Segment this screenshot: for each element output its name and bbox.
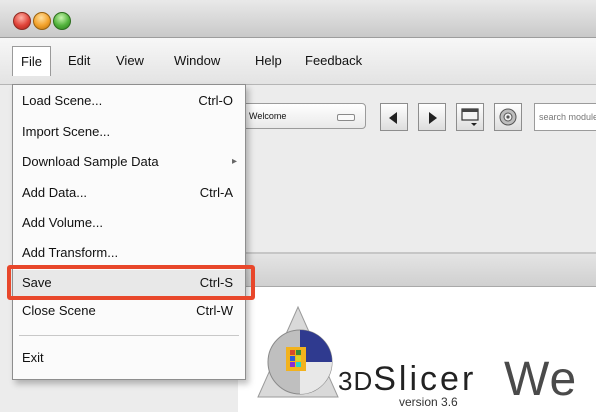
menu-file[interactable]: File [12, 46, 51, 76]
select-handle-icon [337, 114, 355, 121]
menu-item-label: Download Sample Data [22, 154, 159, 169]
module-panel-header [238, 254, 596, 287]
back-button[interactable] [380, 103, 408, 131]
menu-item-shortcut: Ctrl-O [198, 93, 233, 108]
menu-item-add-transform[interactable]: Add Transform... [13, 240, 245, 266]
menu-feedback[interactable]: Feedback [305, 38, 362, 84]
version-label: version 3.6 [399, 395, 458, 409]
menu-item-download-sample-data[interactable]: Download Sample Data ▸ [13, 149, 245, 175]
menu-edit[interactable]: Edit [68, 38, 90, 84]
menu-bar: File Edit View Window Help Feedback [0, 38, 596, 85]
module-settings-button[interactable] [494, 103, 522, 131]
menu-separator [19, 335, 239, 336]
module-select-value: Welcome [249, 111, 287, 121]
menu-item-label: Add Volume... [22, 215, 103, 230]
module-search-input[interactable]: search module [534, 103, 596, 131]
menu-item-label: Load Scene... [22, 93, 103, 108]
menu-item-label: Add Data... [22, 185, 88, 200]
history-menu-icon [461, 108, 479, 126]
menu-item-exit[interactable]: Exit [13, 345, 245, 371]
right-arrow-icon [429, 112, 437, 124]
save-highlight-callout [7, 265, 255, 300]
minimize-window-button[interactable] [33, 12, 51, 30]
file-menu-dropdown: Load Scene... Ctrl-O Import Scene... Dow… [12, 84, 246, 380]
brand-name: Slicer [373, 360, 477, 398]
brand-prefix: 3D [338, 366, 374, 396]
menu-item-label: Import Scene... [22, 124, 111, 139]
menu-view[interactable]: View [116, 38, 144, 84]
welcome-heading: We [504, 353, 578, 406]
brand-wordmark: 3DSlicer [338, 360, 476, 399]
menu-item-label: Exit [22, 350, 44, 365]
menu-item-load-scene[interactable]: Load Scene... Ctrl-O [13, 88, 245, 114]
menu-item-shortcut: Ctrl-A [199, 185, 233, 200]
menu-help[interactable]: Help [255, 38, 282, 84]
menu-window[interactable]: Window [174, 38, 220, 84]
menu-item-add-data[interactable]: Add Data... Ctrl-A [13, 180, 245, 206]
left-arrow-icon [389, 112, 397, 124]
menu-item-label: Add Transform... [22, 245, 119, 260]
window-title-bar [0, 0, 596, 38]
menu-item-close-scene[interactable]: Close Scene Ctrl-W [13, 298, 245, 324]
zoom-window-button[interactable] [53, 12, 71, 30]
menu-item-label: Close Scene [22, 303, 96, 318]
module-history-button[interactable] [456, 103, 484, 131]
menu-item-import-scene[interactable]: Import Scene... [13, 119, 245, 145]
close-window-button[interactable] [13, 12, 31, 30]
module-select[interactable]: Welcome [238, 103, 366, 129]
forward-button[interactable] [418, 103, 446, 131]
submenu-arrow-icon: ▸ [231, 156, 237, 167]
gear-icon [499, 108, 517, 126]
menu-item-add-volume[interactable]: Add Volume... [13, 210, 245, 236]
menu-item-shortcut: Ctrl-W [196, 303, 233, 318]
